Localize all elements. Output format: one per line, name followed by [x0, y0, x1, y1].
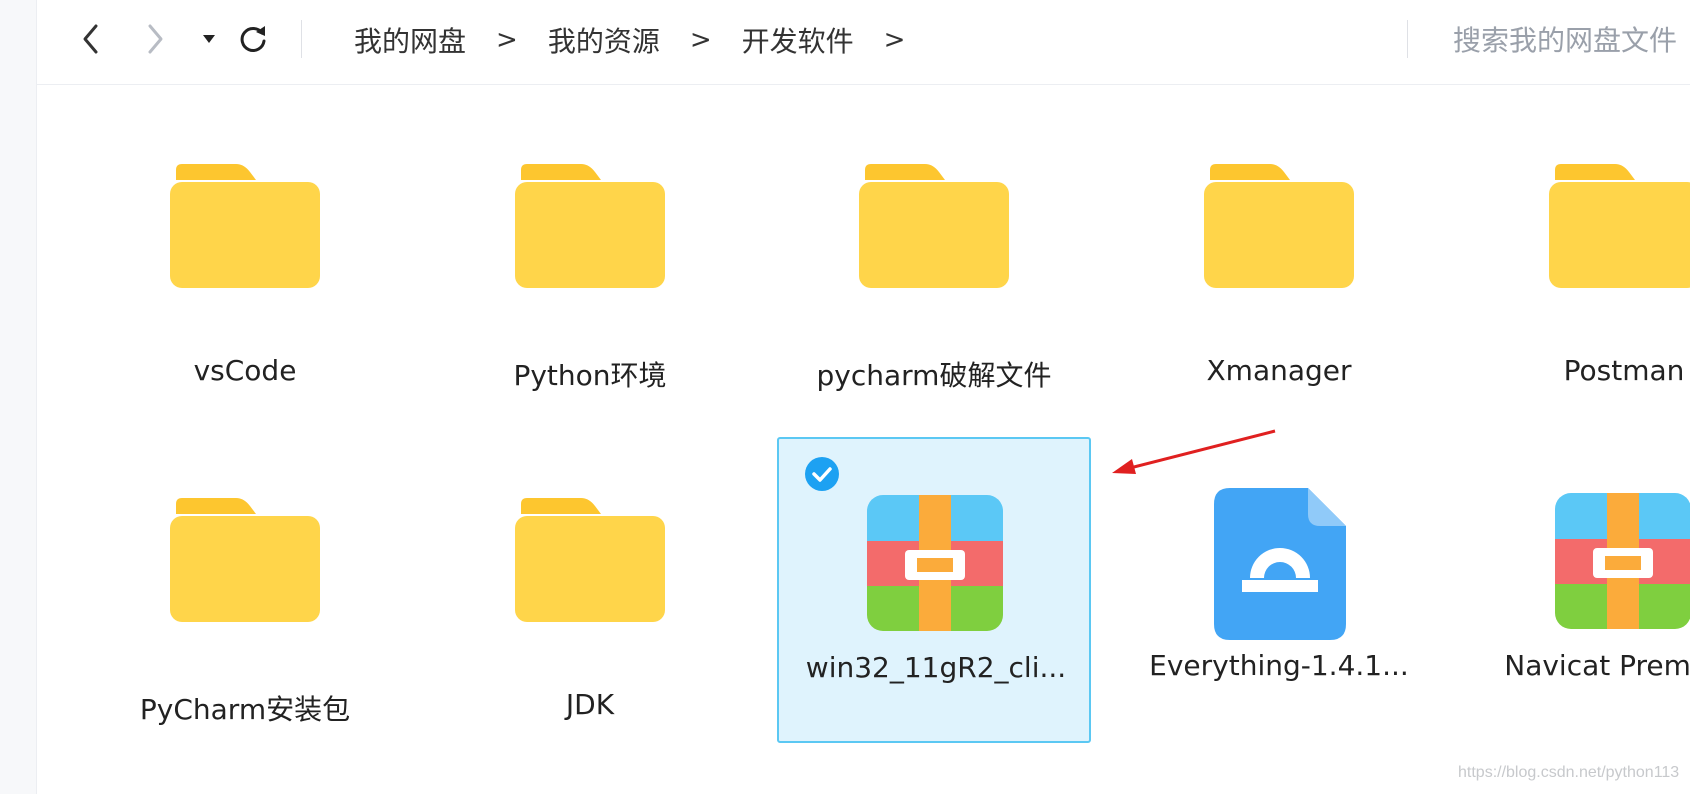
breadcrumb-item-my-resources[interactable]: 我的资源	[548, 20, 660, 60]
file-name: JDK	[565, 688, 615, 721]
folder-icon	[1204, 164, 1354, 288]
breadcrumb-separator: >	[496, 25, 518, 55]
breadcrumb-separator: >	[883, 25, 906, 55]
file-name: PyCharm安装包	[139, 693, 351, 726]
file-tile-postman[interactable]: Postman	[1467, 148, 1690, 448]
file-tile-win32-client[interactable]: win32_11gR2_cli...	[777, 437, 1091, 743]
file-tile-pycharm-installer[interactable]: PyCharm安装包	[88, 482, 402, 782]
history-dropdown-button[interactable]	[192, 22, 226, 56]
file-name: pycharm破解文件	[816, 359, 1052, 392]
folder-icon	[859, 164, 1009, 288]
search-divider	[1407, 20, 1408, 58]
folder-icon	[515, 498, 665, 622]
breadcrumb-item-my-drive[interactable]: 我的网盘	[354, 20, 466, 60]
breadcrumb-separator: >	[689, 25, 712, 55]
back-button[interactable]	[74, 22, 108, 56]
toolbar: 我的网盘 > 我的资源 > 开发软件 >	[37, 0, 1690, 85]
archive-icon	[1555, 493, 1690, 629]
file-name: vsCode	[193, 354, 297, 387]
file-name: Xmanager	[1206, 354, 1352, 387]
file-tile-pycharm-crack[interactable]: pycharm破解文件	[777, 148, 1091, 448]
archive-icon	[867, 495, 1003, 631]
refresh-button[interactable]	[236, 22, 270, 56]
folder-icon	[170, 164, 320, 288]
folder-icon	[170, 498, 320, 622]
file-tile-everything[interactable]: Everything-1.4.1...	[1122, 482, 1436, 782]
refresh-icon	[240, 26, 266, 52]
file-name: Everything-1.4.1...	[1149, 649, 1409, 682]
file-name: Postman	[1563, 354, 1685, 387]
chevron-right-icon	[148, 24, 163, 54]
folder-icon	[515, 164, 665, 288]
file-name: win32_11gR2_cli...	[805, 651, 1067, 684]
caret-down-icon	[203, 35, 215, 43]
watermark: https://blog.csdn.net/python113	[1458, 764, 1680, 781]
toolbar-divider	[301, 20, 302, 58]
annotation-arrow-icon	[1112, 429, 1276, 474]
file-name: Navicat Premium	[1504, 649, 1690, 682]
forward-button[interactable]	[138, 22, 172, 56]
chevron-left-icon	[83, 24, 98, 54]
folder-icon	[1549, 164, 1690, 288]
file-tile-navicat[interactable]: Navicat Premium	[1467, 482, 1690, 782]
left-sidebar-strip	[0, 0, 37, 794]
breadcrumb-item-dev-software[interactable]: 开发软件	[742, 20, 854, 60]
file-tile-vscode[interactable]: vsCode	[88, 148, 402, 448]
search-input[interactable]	[1453, 18, 1690, 62]
file-tile-jdk[interactable]: JDK	[433, 482, 747, 782]
file-tile-python-env[interactable]: Python环境	[433, 148, 747, 448]
breadcrumb: 我的网盘 > 我的资源 > 开发软件 >	[354, 18, 935, 62]
file-tile-xmanager[interactable]: Xmanager	[1122, 148, 1436, 448]
checkmark-icon[interactable]	[805, 457, 839, 491]
file-name: Python环境	[513, 359, 667, 392]
app-file-icon	[1214, 488, 1346, 640]
